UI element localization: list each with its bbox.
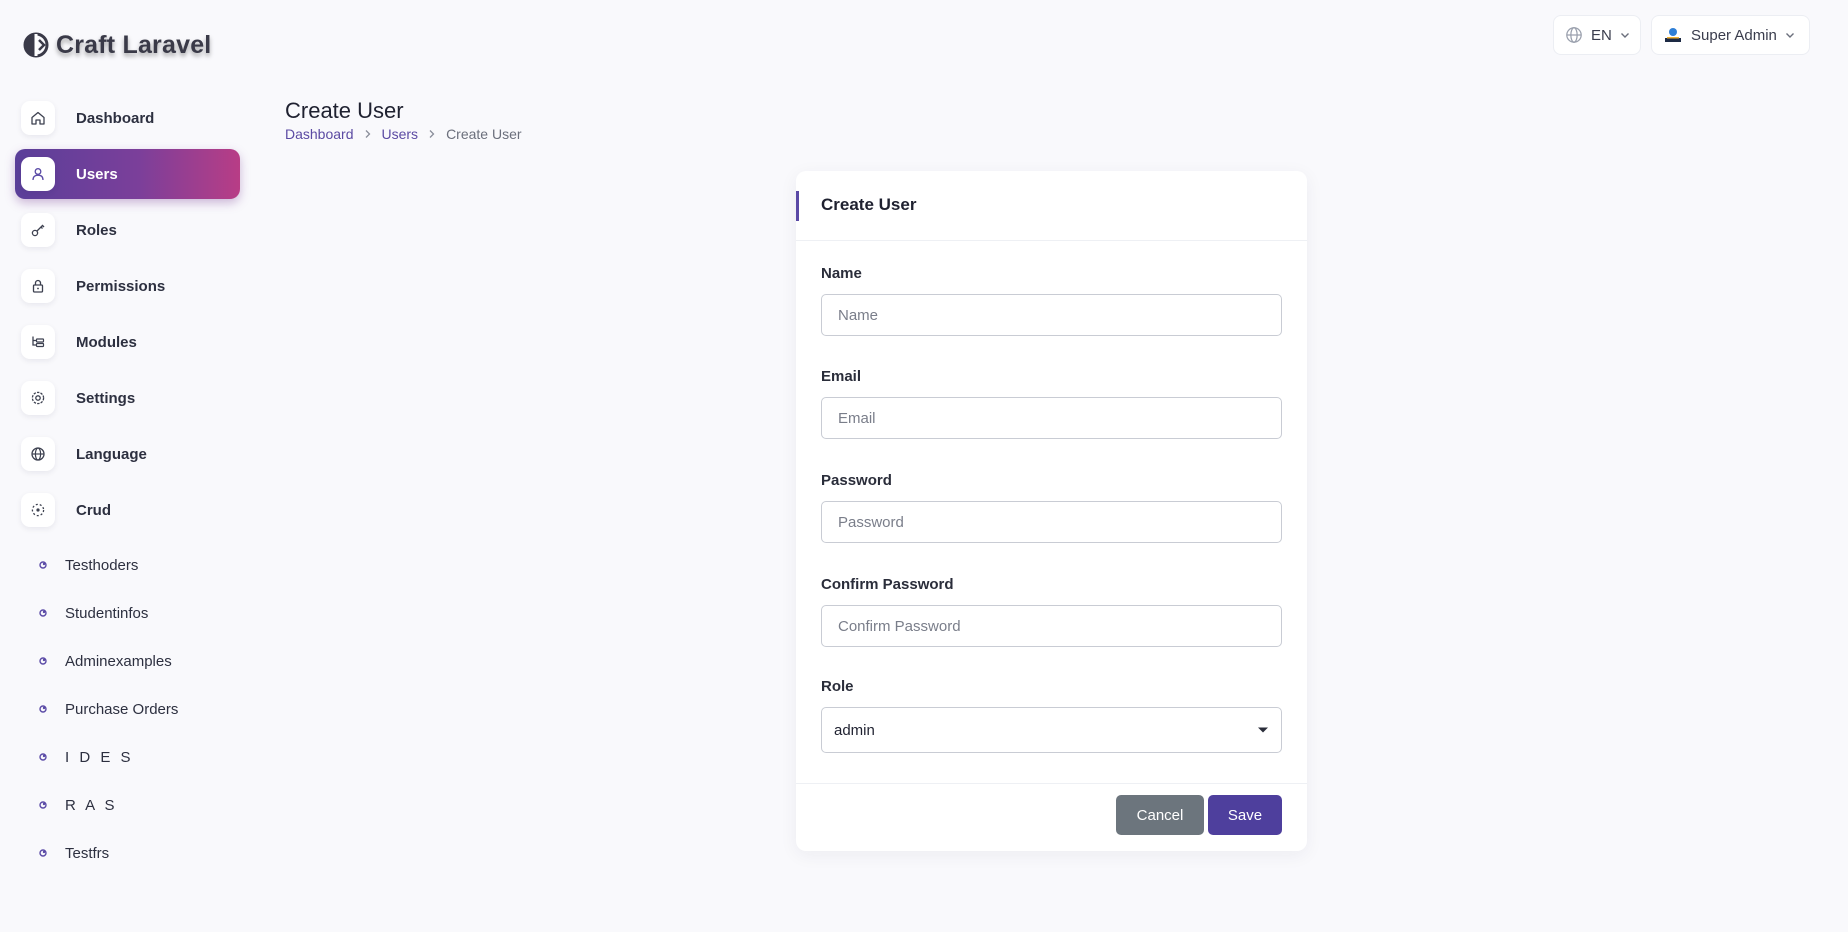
sidebar-item-settings[interactable]: Settings (15, 373, 240, 423)
home-icon (31, 111, 45, 125)
role-selected-value: admin (834, 721, 875, 739)
globe-icon (1566, 27, 1582, 43)
name-group: Name (821, 265, 1282, 336)
card-accent-bar (796, 191, 799, 221)
role-group: Role admin (821, 678, 1282, 753)
bullet-icon (39, 561, 47, 569)
language-label: EN (1591, 26, 1612, 44)
role-select[interactable]: admin (821, 707, 1282, 753)
confirm-password-group: Confirm Password (821, 576, 1282, 647)
sidebar-item-users[interactable]: Users (15, 149, 240, 199)
chevron-down-icon (1785, 33, 1794, 38)
lock-icon (32, 279, 44, 293)
craft-logo-icon (23, 32, 49, 58)
chevron-right-icon (429, 130, 435, 138)
confirm-password-input[interactable] (821, 605, 1282, 647)
card-header: Create User (796, 171, 1307, 241)
bullet-icon (39, 801, 47, 809)
confirm-password-label: Confirm Password (821, 576, 954, 593)
chevron-down-icon (1620, 33, 1629, 38)
email-input[interactable] (821, 397, 1282, 439)
bullet-icon (39, 609, 47, 617)
email-group: Email (821, 368, 1282, 439)
bullet-icon (39, 705, 47, 713)
sidebar: Dashboard Users Roles Permissions Module… (15, 93, 240, 877)
password-group: Password (821, 472, 1282, 543)
crud-item-testhoders[interactable]: Testhoders (15, 541, 240, 589)
crud-icon (31, 503, 45, 517)
crud-item-testfrs[interactable]: Testfrs (15, 829, 240, 877)
app-name: Craft Laravel (56, 30, 212, 59)
breadcrumb-current: Create User (446, 126, 522, 142)
modules-icon (32, 336, 45, 348)
crud-item-purchase-orders[interactable]: Purchase Orders (15, 685, 240, 733)
password-label: Password (821, 472, 892, 489)
key-icon (31, 224, 45, 237)
user-icon (32, 168, 44, 181)
language-switcher[interactable]: EN (1553, 15, 1641, 55)
sidebar-item-roles[interactable]: Roles (15, 205, 240, 255)
avatar (1665, 28, 1681, 42)
crud-item-studentinfos[interactable]: Studentinfos (15, 589, 240, 637)
email-label: Email (821, 368, 862, 385)
cancel-button[interactable]: Cancel (1116, 795, 1204, 835)
crud-item-adminexamples[interactable]: Adminexamples (15, 637, 240, 685)
app-logo[interactable]: Craft Laravel (22, 30, 211, 60)
create-user-card: Create User Name Email Password Confirm … (796, 171, 1307, 851)
crud-item-ras[interactable]: R A S (15, 781, 240, 829)
bullet-icon (39, 849, 47, 857)
sidebar-item-dashboard[interactable]: Dashboard (15, 93, 240, 143)
chevron-right-icon (365, 130, 370, 138)
bullet-icon (39, 753, 47, 761)
user-name: Super Admin (1691, 26, 1777, 44)
sidebar-item-crud[interactable]: Crud (15, 485, 240, 535)
breadcrumb: Dashboard Users Create User (285, 126, 522, 142)
globe-icon (31, 447, 45, 461)
breadcrumb-users[interactable]: Users (382, 126, 419, 142)
card-title: Create User (821, 195, 917, 214)
save-button[interactable]: Save (1208, 795, 1282, 835)
page-title: Create User (285, 98, 404, 123)
sidebar-item-language[interactable]: Language (15, 429, 240, 479)
bullet-icon (39, 657, 47, 665)
sidebar-item-permissions[interactable]: Permissions (15, 261, 240, 311)
gear-icon (31, 391, 45, 405)
crud-submenu: Testhoders Studentinfos Adminexamples Pu… (15, 541, 240, 877)
user-menu[interactable]: Super Admin (1651, 15, 1810, 55)
crud-item-ides[interactable]: I D E S (15, 733, 240, 781)
name-input[interactable] (821, 294, 1282, 336)
password-input[interactable] (821, 501, 1282, 543)
breadcrumb-dashboard[interactable]: Dashboard (285, 126, 354, 142)
name-label: Name (821, 265, 862, 282)
sidebar-item-modules[interactable]: Modules (15, 317, 240, 367)
card-footer: Cancel Save (796, 783, 1307, 852)
role-label: Role (821, 678, 854, 695)
caret-down-icon (1258, 727, 1268, 733)
